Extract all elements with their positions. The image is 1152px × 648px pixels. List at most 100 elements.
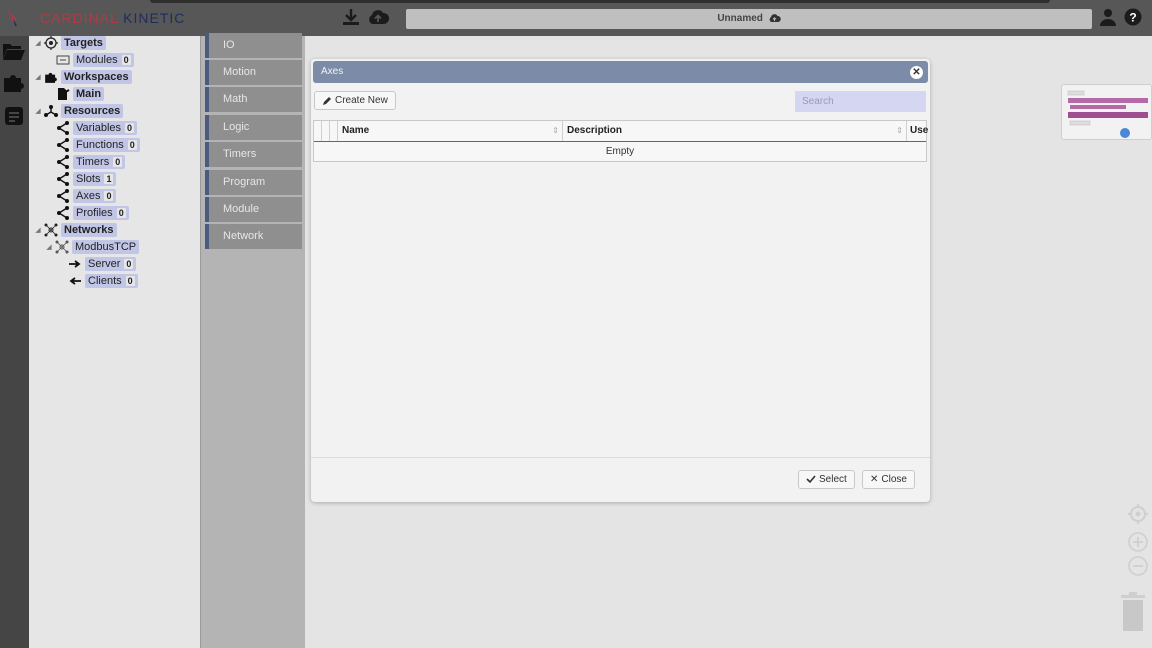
modules-count: 0 [121,54,131,65]
close-button[interactable]: ✕ Close [862,470,915,489]
help-icon[interactable]: ? [1124,8,1144,28]
column-select[interactable] [314,121,322,141]
variables-count: 0 [125,122,135,133]
tree-item-variables[interactable]: Variables 0 [55,120,138,135]
share-icon [55,120,71,135]
cloud-icon [769,14,781,22]
tree-item-profiles[interactable]: Profiles 0 [55,205,129,220]
collapse-arrow-icon[interactable]: ◢ [33,226,43,234]
share-icon [55,137,71,152]
tree-label-server: Server [88,257,121,270]
tree-label-networks: Networks [61,222,117,237]
collapse-arrow-icon[interactable]: ◢ [44,243,54,251]
tree-item-server[interactable]: Server 0 [67,256,137,271]
download-icon[interactable] [342,8,362,28]
user-icon[interactable] [1099,8,1119,28]
category-timers[interactable]: Timers [205,142,302,167]
column-header-use[interactable]: Use [907,121,928,141]
share-icon [55,171,71,186]
collapse-arrow-icon[interactable]: ◢ [33,39,43,47]
column-description-label: Description [567,125,623,136]
tree-item-targets[interactable]: ◢ Targets [33,35,106,50]
tree-item-slots[interactable]: Slots 1 [55,171,117,186]
tree-item-networks[interactable]: ◢ Networks [33,222,117,237]
check-icon [806,475,816,484]
block-categories: IO Motion Math Logic Timers Program Modu… [201,33,305,648]
close-label: Close [881,474,907,485]
workspace-minimap[interactable] [1061,84,1152,140]
folder-open-icon[interactable] [2,40,26,64]
column-select-2[interactable] [322,121,330,141]
tree-label-modules: Modules 0 [73,52,134,67]
collapse-arrow-icon[interactable]: ◢ [33,73,43,81]
module-icon [55,53,71,67]
column-select-3[interactable] [330,121,338,141]
tree-item-workspaces[interactable]: ◢ Workspaces [33,69,132,84]
collapse-arrow-icon[interactable]: ◢ [33,107,43,115]
close-icon[interactable]: ✕ [910,66,923,79]
tree-item-main[interactable]: Main [55,86,105,101]
left-rail [0,36,29,648]
share-icon [55,154,71,169]
top-bar: CARDINAL KINETIC Unnamed ? [0,0,1152,36]
category-logic[interactable]: Logic [205,115,302,140]
network-icon [54,240,70,254]
tree-item-clients[interactable]: Clients 0 [67,273,138,288]
top-strip [150,0,1050,3]
category-module[interactable]: Module [205,197,302,222]
clients-count: 0 [125,275,135,286]
sort-icon[interactable]: ⇕ [896,121,903,141]
tree-item-resources[interactable]: ◢ Resources [33,103,124,118]
recenter-icon[interactable] [1127,503,1149,525]
column-header-name[interactable]: Name ⇕ [338,121,563,141]
x-icon: ✕ [870,474,879,485]
create-new-button[interactable]: Create New [314,91,396,110]
tree-item-timers[interactable]: Timers 0 [55,154,126,169]
tree-item-axes[interactable]: Axes 0 [55,188,117,203]
tree-label-resources: Resources [61,103,124,118]
resource-tree: ◢ Targets Modules 0 ◢ Workspaces Main ◢ R… [29,35,201,648]
column-header-description[interactable]: Description ⇕ [563,121,907,141]
category-io[interactable]: IO [205,33,302,58]
category-motion[interactable]: Motion [205,60,302,85]
dialog-header: Axes ✕ [313,61,928,83]
project-title: Unnamed [717,13,763,24]
profiles-count: 0 [116,207,126,218]
tree-label-modbustcp: ModbusTCP [72,239,140,254]
trash-icon[interactable] [1118,592,1148,632]
tree-label-workspaces: Workspaces [61,69,132,84]
zoom-in-icon[interactable] [1127,531,1149,553]
sort-icon[interactable]: ⇕ [552,121,559,141]
share-icon [55,188,71,203]
server-count: 0 [124,258,134,269]
category-network[interactable]: Network [205,224,302,249]
category-program[interactable]: Program [205,170,302,195]
document-icon[interactable] [2,104,26,128]
tree-label-profiles: Profiles [76,206,113,219]
tree-label-clients: Clients [88,274,122,287]
network-icon [43,223,59,237]
project-title-bar[interactable]: Unnamed [406,9,1092,29]
category-math[interactable]: Math [205,87,302,112]
axes-count: 0 [104,190,114,201]
tree-item-functions[interactable]: Functions 0 [55,137,140,152]
tree-item-modbustcp[interactable]: ◢ ModbusTCP [44,239,140,254]
brand-name: CARDINAL KINETIC [40,10,185,26]
puzzle-icon[interactable] [2,70,26,94]
pencil-icon [323,96,331,105]
cloud-upload-icon[interactable] [367,8,390,28]
axes-dialog: Axes ✕ Create New Name ⇕ Description ⇕ U… [311,59,930,502]
select-button[interactable]: Select [798,470,855,489]
tree-label-targets: Targets [61,35,106,50]
share-icon [55,205,71,220]
zoom-out-icon[interactable] [1127,555,1149,577]
dialog-footer [311,457,930,458]
tree-item-modules[interactable]: Modules 0 [55,52,134,67]
tree-label-variables: Variables [76,121,122,134]
arrow-left-icon [67,274,83,288]
search-input[interactable] [795,91,926,112]
table-empty-message: Empty [605,146,635,157]
resources-icon [43,104,59,118]
brand-part-cardinal: CARDINAL [40,10,119,26]
dialog-title: Axes [321,66,344,77]
